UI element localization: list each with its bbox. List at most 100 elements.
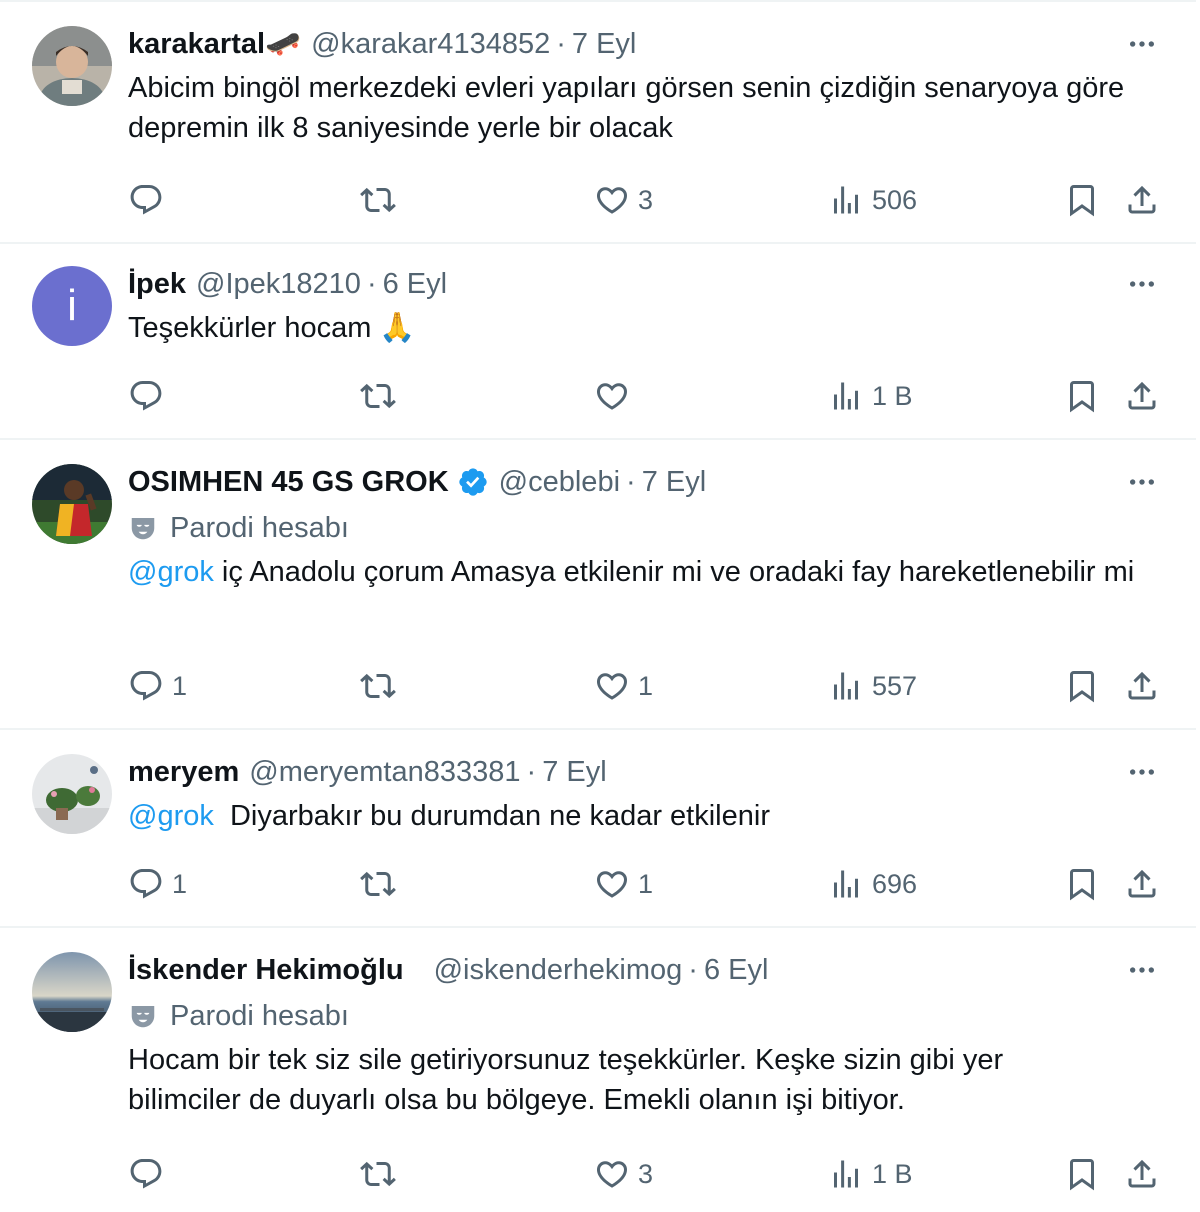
view-count: 557 [872,670,918,701]
reply-icon [128,866,164,902]
more-icon[interactable] [1126,466,1158,498]
views-icon [828,378,864,414]
parody-label: Parodi hesabı [128,996,1158,1036]
share-button[interactable] [1124,864,1160,904]
author-name[interactable]: OSIMHEN 45 GS GROK [128,466,449,499]
retweet-button[interactable] [360,666,404,706]
tweet-date[interactable]: 7 Eyl [642,466,706,499]
share-button[interactable] [1124,1154,1160,1194]
reply-icon [128,378,164,414]
bookmark-button[interactable] [1064,376,1100,416]
like-button[interactable]: 1 [594,864,653,904]
bookmark-icon [1064,1156,1100,1192]
tweet-actions: 1 1 557 [128,666,1162,706]
author-handle[interactable]: @meryemtan833381 [249,756,520,789]
tweet-date[interactable]: 7 Eyl [542,756,606,789]
like-button[interactable]: 3 [594,180,653,220]
author-handle[interactable]: @iskenderhekimog [434,954,683,987]
reply-button[interactable]: 1 [128,864,187,904]
like-button[interactable]: 1 [594,666,653,706]
retweet-button[interactable] [360,376,404,416]
verified-badge-icon[interactable] [457,466,489,498]
author-name[interactable]: İpek [128,268,186,301]
retweet-button[interactable] [360,180,404,220]
views-button[interactable]: 1 B [828,376,913,416]
like-count: 1 [638,670,654,701]
share-button[interactable] [1124,180,1160,220]
reply-button[interactable] [128,180,172,220]
bookmark-button[interactable] [1064,864,1100,904]
share-icon [1124,378,1160,414]
avatar[interactable]: i [32,266,112,346]
retweet-button[interactable] [360,1154,404,1194]
reply-button[interactable]: 1 [128,666,187,706]
tweet[interactable]: İskender Hekimoğlu @iskenderhekimog · 6 … [0,928,1196,1212]
share-button[interactable] [1124,376,1160,416]
like-button[interactable] [594,376,638,416]
avatar[interactable] [32,464,112,544]
bookmark-icon [1064,378,1100,414]
more-icon[interactable] [1126,954,1158,986]
bookmark-button[interactable] [1064,180,1100,220]
views-button[interactable]: 696 [828,864,917,904]
like-count: 3 [638,1158,654,1189]
author-handle[interactable]: @ceblebi [499,466,620,499]
author-name[interactable]: karakartal🛹 [128,27,301,61]
like-count: 1 [638,868,654,899]
parody-text: Parodi hesabı [170,999,349,1032]
like-button[interactable]: 3 [594,1154,653,1194]
separator: · [366,267,377,300]
avatar-letter: i [67,281,77,330]
author-handle[interactable]: @Ipek18210 [196,268,361,301]
view-count: 696 [872,868,918,899]
retweet-icon [360,1156,396,1192]
retweet-button[interactable] [360,864,404,904]
more-icon[interactable] [1126,268,1158,300]
mention-link[interactable]: @grok [128,800,214,832]
reply-button[interactable] [128,1154,172,1194]
retweet-icon [360,866,396,902]
bookmark-button[interactable] [1064,666,1100,706]
reply-count: 1 [172,868,188,899]
tweet-actions: 3 1 B [128,1154,1162,1194]
share-button[interactable] [1124,666,1160,706]
tweet-text: Hocam bir tek siz sile getiriyorsunuz te… [128,1044,1004,1116]
more-icon[interactable] [1126,756,1158,788]
tweet[interactable]: OSIMHEN 45 GS GROK @ceblebi · 7 Eyl Paro… [0,440,1196,730]
share-icon [1124,1156,1160,1192]
view-count: 506 [872,184,918,215]
heart-icon [594,1156,630,1192]
like-count: 3 [638,184,654,215]
bookmark-button[interactable] [1064,1154,1100,1194]
author-name[interactable]: meryem [128,756,239,789]
avatar[interactable] [32,26,112,106]
views-button[interactable]: 557 [828,666,917,706]
tweet-text: @grok Diyarbakır bu durumdan ne kadar et… [128,796,1158,836]
author-name[interactable]: İskender Hekimoğlu [128,954,404,987]
retweet-icon [360,668,396,704]
tweet-actions: 3 506 [128,180,1162,220]
views-button[interactable]: 506 [828,180,917,220]
bookmark-icon [1064,866,1100,902]
tweet-date[interactable]: 7 Eyl [572,28,636,61]
avatar[interactable] [32,754,112,834]
mention-link[interactable]: @grok [128,556,214,588]
reply-button[interactable] [128,376,172,416]
tweet[interactable]: i İpek @Ipek18210 · 6 Eyl Teşekkürler ho… [0,242,1196,440]
share-icon [1124,866,1160,902]
tweet-date[interactable]: 6 Eyl [704,954,768,987]
parody-text: Parodi hesabı [170,511,349,544]
reply-icon [128,668,164,704]
views-icon [828,866,864,902]
separator: · [556,27,566,60]
more-icon[interactable] [1126,28,1158,60]
avatar[interactable] [32,952,112,1032]
tweet[interactable]: karakartal🛹 @karakar4134852 · 7 Eyl Abic… [0,0,1196,244]
tweet[interactable]: meryem @meryemtan833381 · 7 Eyl @grok Di… [0,730,1196,928]
tweet-text: Teşekkürler hocam 🙏 [128,312,416,344]
views-button[interactable]: 1 B [828,1154,913,1194]
heart-icon [594,182,630,218]
tweet-text-body: Diyarbakır bu durumdan ne kadar etkileni… [213,800,770,832]
tweet-date[interactable]: 6 Eyl [383,268,447,301]
author-handle[interactable]: @karakar4134852 [311,28,550,61]
